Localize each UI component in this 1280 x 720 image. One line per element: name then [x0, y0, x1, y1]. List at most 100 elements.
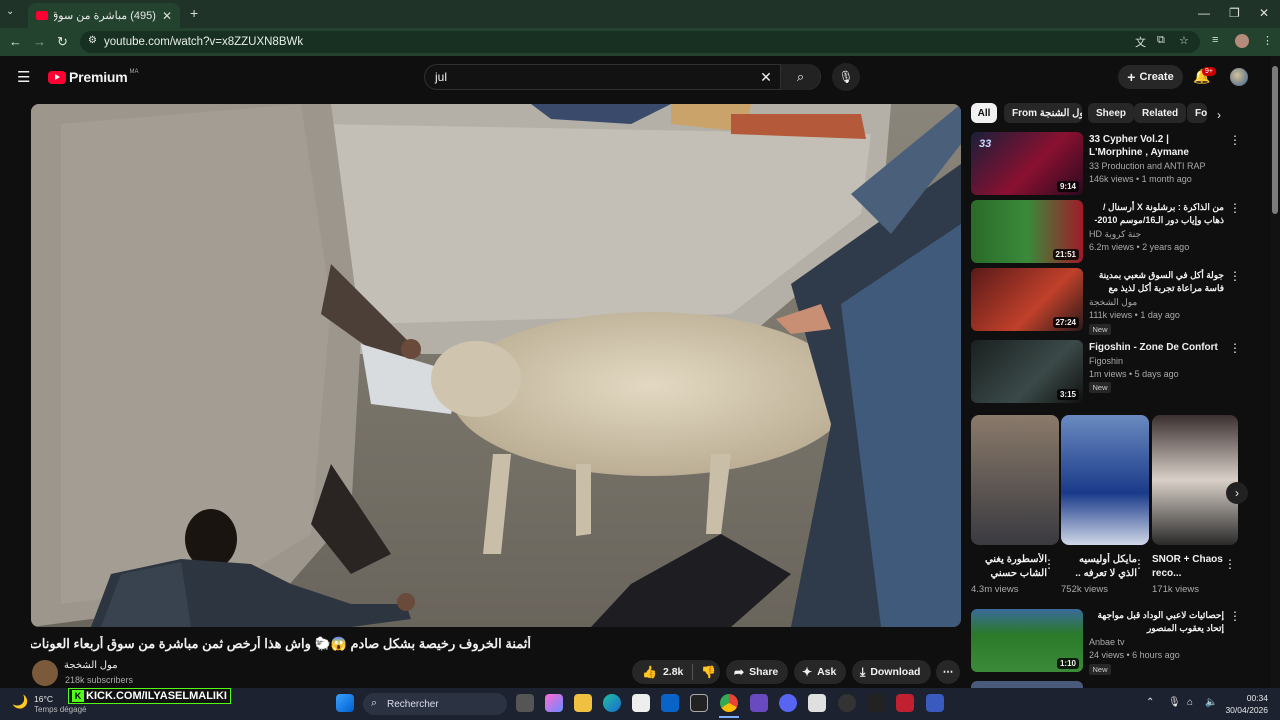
new-tab-button[interactable]: +	[190, 5, 198, 21]
game-icon[interactable]	[750, 694, 768, 712]
chip-all[interactable]: All	[971, 103, 997, 123]
short-title[interactable]: مايكل أوليسيه الذي لا تعرفه .. قصة	[1061, 553, 1137, 581]
rec-thumbnail[interactable]: 3:15	[971, 340, 1083, 403]
media-controls-icon[interactable]: ≡	[1212, 34, 1218, 46]
taskbar-search[interactable]: ⌕ Rechercher	[363, 693, 507, 715]
outlook-icon[interactable]	[661, 694, 679, 712]
tab-search-icon[interactable]: ⌄	[6, 6, 14, 17]
weather-temp[interactable]: 16°C	[34, 694, 53, 704]
rec-channel[interactable]: Anbae tv	[1089, 637, 1125, 647]
rec-channel[interactable]: Figoshin	[1089, 356, 1123, 366]
wifi-icon[interactable]: ⌂	[1187, 697, 1193, 708]
translate-icon[interactable]: 文	[1135, 34, 1146, 50]
cast-icon[interactable]: ⧉	[1157, 34, 1165, 47]
voice-search-button[interactable]: 🎙	[832, 63, 860, 91]
hamburger-menu-icon[interactable]: ☰	[17, 68, 30, 86]
obs-icon[interactable]	[838, 694, 856, 712]
search-button[interactable]: ⌕	[780, 64, 820, 90]
browser-tab[interactable]: (495) مباشرة من سوق أربعاء العو ✕	[28, 3, 180, 28]
rec-thumbnail[interactable]: 27:24	[971, 268, 1083, 331]
microphone-icon[interactable]: 🎙	[1168, 697, 1181, 708]
site-info-icon[interactable]: ⚙	[88, 35, 97, 46]
rec-menu-icon[interactable]: ⋮	[1229, 609, 1241, 623]
rec-thumbnail[interactable]: 33 9:14	[971, 132, 1083, 195]
netflix-icon[interactable]	[896, 694, 914, 712]
app-icon[interactable]	[690, 694, 708, 712]
rec-menu-icon[interactable]: ⋮	[1229, 201, 1241, 215]
capcut-icon[interactable]	[867, 694, 885, 712]
download-button[interactable]: ⤓ Download	[852, 660, 931, 684]
ask-button[interactable]: ✦ Ask	[794, 660, 846, 684]
chip-more[interactable]: Fo	[1187, 103, 1207, 123]
chrome-icon[interactable]	[720, 694, 738, 712]
rec-menu-icon[interactable]: ⋮	[1229, 133, 1241, 147]
restore-icon[interactable]: ❐	[1229, 6, 1240, 20]
rec-menu-icon[interactable]: ⋮	[1229, 269, 1241, 283]
tray-chevron-icon[interactable]: ⌃	[1146, 697, 1154, 708]
short-title[interactable]: الأسطورة يغني الشاب حسني	[971, 553, 1047, 581]
chip-from-channel[interactable]: From مول الشنجة	[1004, 103, 1082, 123]
rec-title[interactable]: 33 Cypher Vol.2 | L'Morphine , Aymane HA…	[1089, 133, 1224, 159]
rec-title[interactable]: جولة أكل في السوق شعبي بمدينة فاسة مراعا…	[1089, 269, 1224, 295]
clear-search-icon[interactable]: ✕	[752, 69, 780, 86]
profile-avatar[interactable]	[1235, 34, 1249, 48]
store-icon[interactable]	[632, 694, 650, 712]
rec-channel[interactable]: HD جنة كروية	[1089, 229, 1141, 240]
rec-menu-icon[interactable]: ⋮	[1229, 341, 1241, 355]
discord-icon[interactable]	[779, 694, 797, 712]
close-window-icon[interactable]: ✕	[1259, 6, 1269, 20]
rec-title[interactable]: إحصائيات لاعبي الوداد قبل مواجهة إتحاد ي…	[1089, 609, 1224, 635]
rec-channel[interactable]: 33 Production and ANTI RAP	[1089, 161, 1206, 171]
rec-thumbnail[interactable]: 1:10	[971, 609, 1083, 672]
chip-sheep[interactable]: Sheep	[1088, 103, 1135, 123]
task-view-icon[interactable]	[516, 694, 534, 712]
weather-moon-icon[interactable]: 🌙	[12, 694, 28, 710]
rec-title[interactable]: من الذاكرة : برشلونة X أرسنال /ذهاب وإيا…	[1089, 201, 1224, 227]
copilot-icon[interactable]	[545, 694, 563, 712]
adobe-icon[interactable]	[808, 694, 826, 712]
short-thumbnail[interactable]	[971, 415, 1059, 545]
windows-start-icon[interactable]	[336, 694, 354, 712]
reload-icon[interactable]: ↻	[57, 34, 68, 50]
channel-name[interactable]: مول الشخجة	[64, 660, 118, 671]
more-actions-button[interactable]: ⋯	[936, 660, 960, 684]
rec-thumbnail[interactable]	[971, 681, 1083, 688]
ea-app-icon[interactable]	[926, 694, 944, 712]
youtube-premium-logo[interactable]: Premium MA	[48, 69, 139, 85]
close-tab-icon[interactable]: ✕	[162, 9, 172, 23]
short-menu-icon[interactable]: ⋮	[1043, 557, 1055, 571]
create-button[interactable]: + Create	[1118, 65, 1183, 89]
rec-channel[interactable]: مول الشخجة	[1089, 297, 1137, 308]
short-views: 752k views	[1061, 584, 1108, 595]
chip-related[interactable]: Related	[1134, 103, 1187, 123]
clock-time[interactable]: 00:34	[1224, 693, 1268, 703]
clock-date[interactable]: 30/04/2026	[1224, 705, 1268, 715]
share-button[interactable]: ➦ Share	[726, 660, 788, 684]
edge-icon[interactable]	[603, 694, 621, 712]
volume-icon[interactable]: 🔈	[1205, 697, 1217, 708]
search-input[interactable]: jul	[425, 70, 752, 84]
thumbs-up-icon[interactable]: 👍	[642, 665, 657, 679]
video-player[interactable]	[31, 104, 961, 627]
rec-title[interactable]: Figoshin - Zone De Confort	[1089, 341, 1224, 354]
minimize-icon[interactable]: —	[1198, 6, 1210, 20]
address-bar[interactable]: ⚙ youtube.com/watch?v=x8ZZUXN8BWk	[80, 31, 1200, 53]
short-thumbnail[interactable]	[1061, 415, 1149, 545]
back-icon[interactable]: ←	[9, 34, 22, 49]
forward-icon[interactable]: →	[33, 34, 46, 49]
channel-avatar[interactable]	[32, 660, 58, 686]
short-title[interactable]: SNOR + Chaos reco...	[1152, 553, 1228, 581]
scrollbar-thumb[interactable]	[1272, 66, 1278, 214]
chrome-menu-icon[interactable]: ⋮	[1262, 34, 1273, 47]
short-menu-icon[interactable]: ⋮	[1133, 557, 1145, 571]
like-count[interactable]: 2.8k	[663, 666, 683, 678]
thumbs-down-icon[interactable]: 👎	[701, 665, 716, 679]
short-menu-icon[interactable]: ⋮	[1224, 557, 1236, 571]
bookmark-star-icon[interactable]: ☆	[1179, 34, 1189, 47]
rec-thumbnail[interactable]: 21:51	[971, 200, 1083, 263]
file-explorer-icon[interactable]	[574, 694, 592, 712]
account-avatar[interactable]	[1230, 68, 1248, 86]
chips-next-chevron-icon[interactable]: ›	[1217, 108, 1221, 122]
shorts-next-chevron-icon[interactable]: ›	[1226, 482, 1248, 504]
short-thumbnail[interactable]	[1152, 415, 1238, 545]
